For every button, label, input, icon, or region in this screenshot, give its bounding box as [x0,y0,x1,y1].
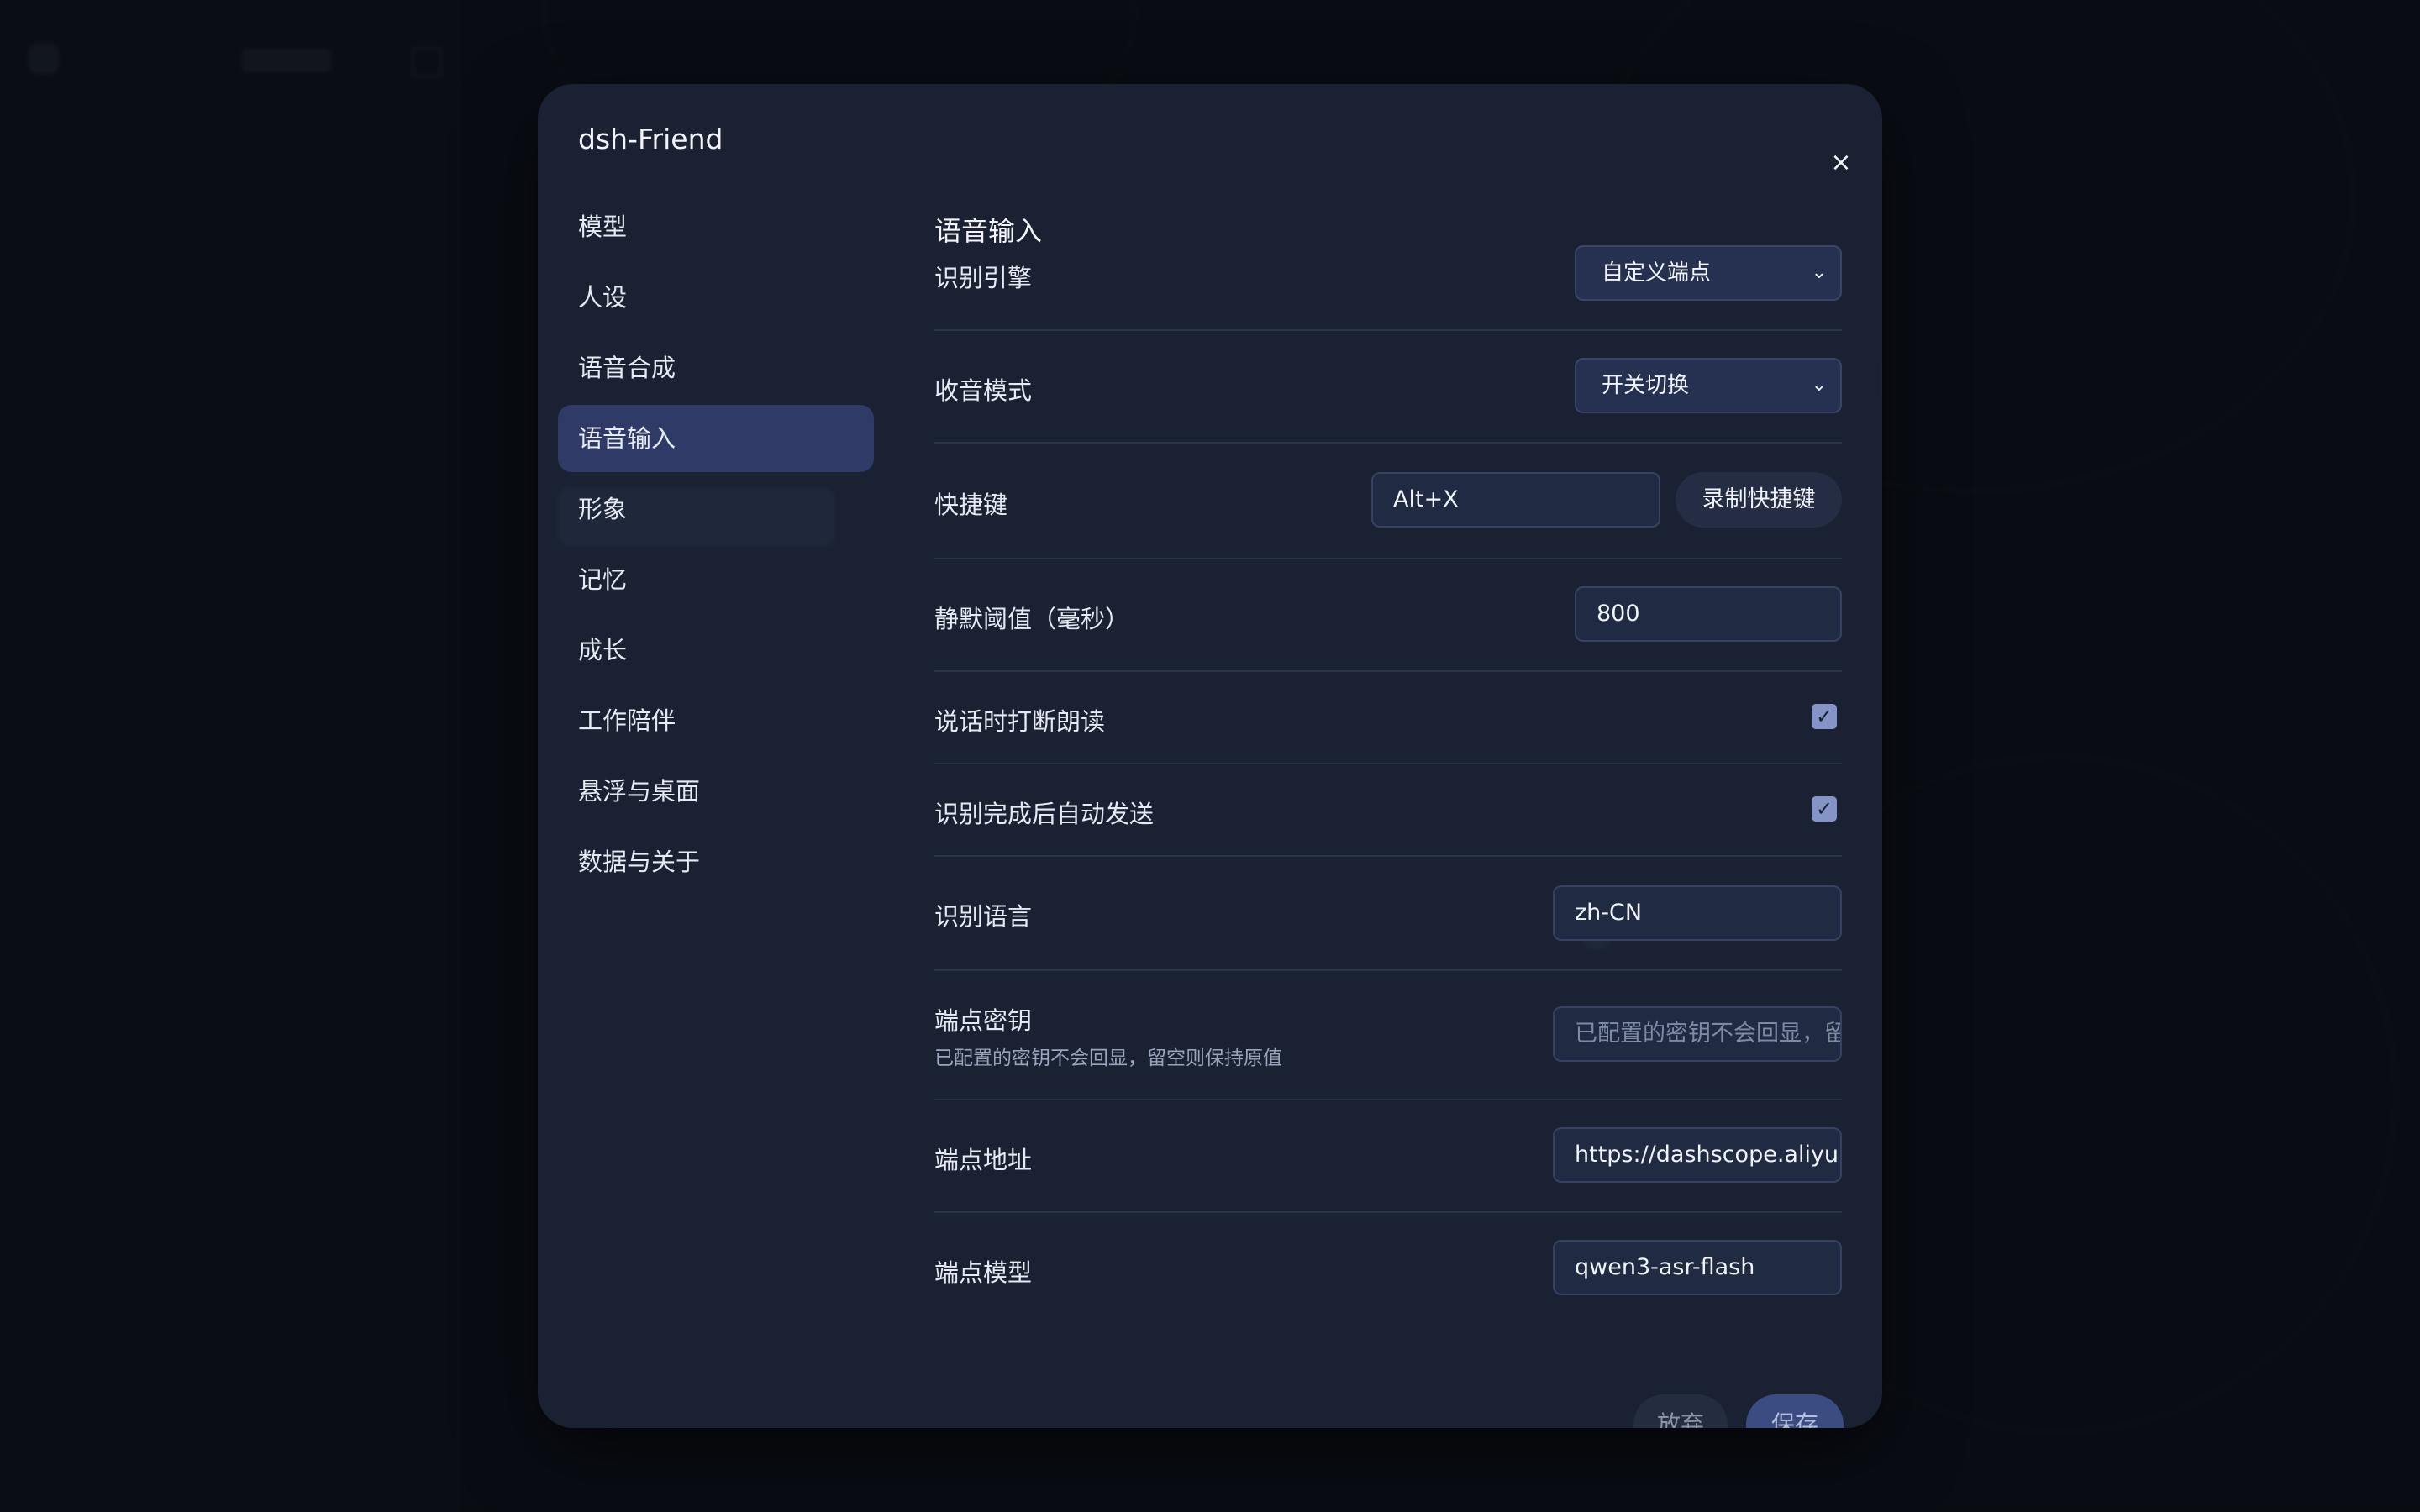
settings-nav: 模型 人设 语音合成 语音输入 形象 记忆 成长 工作陪伴 悬浮与桌面 数据与关… [558,193,874,899]
close-icon[interactable]: × [1826,148,1856,178]
endpoint-url-label: 端点地址 [934,1146,1033,1174]
endpoint-key-hint: 已配置的密钥不会回显，留空则保持原值 [934,1047,1282,1069]
endpoint-model-input[interactable]: qwen3-asr-flash [1553,1240,1842,1295]
endpoint-key-input[interactable]: 已配置的密钥不会回显，留 [1553,1006,1842,1062]
settings-modal: dsh-Friend × 模型 人设 语音合成 语音输入 形象 记忆 成长 工作… [538,84,1882,1428]
nav-item-avatar[interactable]: 形象 [558,475,874,543]
nav-item-voice-input[interactable]: 语音输入 [558,405,874,472]
row-language: 识别语言 zh-CN [934,855,1842,971]
engine-value: 自定义端点 [1602,260,1712,286]
nav-item-model[interactable]: 模型 [558,193,874,260]
nav-item-data-about[interactable]: 数据与关于 [558,828,874,895]
row-hotkey: 快捷键 Alt+X 录制快捷键 [934,442,1842,559]
endpoint-url-input[interactable]: https://dashscope.aliyur [1553,1127,1842,1183]
section-title: 语音输入 [934,215,1043,247]
modal-title: dsh-Friend [578,123,723,155]
discard-button[interactable]: 放弃 [1634,1394,1728,1428]
capture-mode-select[interactable]: 开关切换 ⌄ [1575,358,1842,413]
nav-item-growth[interactable]: 成长 [558,617,874,684]
auto-send-checkbox[interactable]: ✓ [1812,796,1837,822]
language-input[interactable]: zh-CN [1553,885,1842,941]
chevron-down-icon: ⌄ [1811,262,1827,283]
row-auto-send: 识别完成后自动发送 ✓ [934,763,1842,857]
row-capture-mode: 收音模式 开关切换 ⌄ [934,329,1842,444]
engine-label: 识别引擎 [934,264,1033,292]
engine-select[interactable]: 自定义端点 ⌄ [1575,245,1842,301]
silence-threshold-label: 静默阈值（毫秒） [934,605,1130,633]
endpoint-key-label: 端点密钥 [934,1006,1033,1035]
interrupt-checkbox[interactable]: ✓ [1812,704,1837,729]
row-silence-threshold: 静默阈值（毫秒） 800 [934,558,1842,672]
record-hotkey-button[interactable]: 录制快捷键 [1676,472,1842,528]
capture-mode-label: 收音模式 [934,376,1033,405]
hotkey-label: 快捷键 [934,491,1008,519]
endpoint-model-label: 端点模型 [934,1258,1033,1287]
row-endpoint-url: 端点地址 https://dashscope.aliyur [934,1099,1842,1213]
nav-item-tts[interactable]: 语音合成 [558,334,874,402]
nav-item-memory[interactable]: 记忆 [558,546,874,613]
language-label: 识别语言 [934,902,1033,931]
chevron-down-icon: ⌄ [1811,375,1827,396]
row-endpoint-key: 端点密钥 已配置的密钥不会回显，留空则保持原值 已配置的密钥不会回显，留 [934,969,1842,1100]
row-engine: 识别引擎 自定义端点 ⌄ [934,245,1842,331]
nav-item-persona[interactable]: 人设 [558,264,874,331]
capture-mode-value: 开关切换 [1602,373,1690,398]
save-button[interactable]: 保存 [1746,1394,1844,1428]
row-endpoint-model: 端点模型 qwen3-asr-flash [934,1211,1842,1324]
silence-threshold-input[interactable]: 800 [1575,586,1842,642]
row-interrupt: 说话时打断朗读 ✓ [934,670,1842,764]
nav-item-floating-desktop[interactable]: 悬浮与桌面 [558,758,874,825]
interrupt-label: 说话时打断朗读 [934,707,1106,736]
auto-send-label: 识别完成后自动发送 [934,800,1155,828]
nav-item-work-companion[interactable]: 工作陪伴 [558,687,874,754]
hotkey-input[interactable]: Alt+X [1371,472,1660,528]
